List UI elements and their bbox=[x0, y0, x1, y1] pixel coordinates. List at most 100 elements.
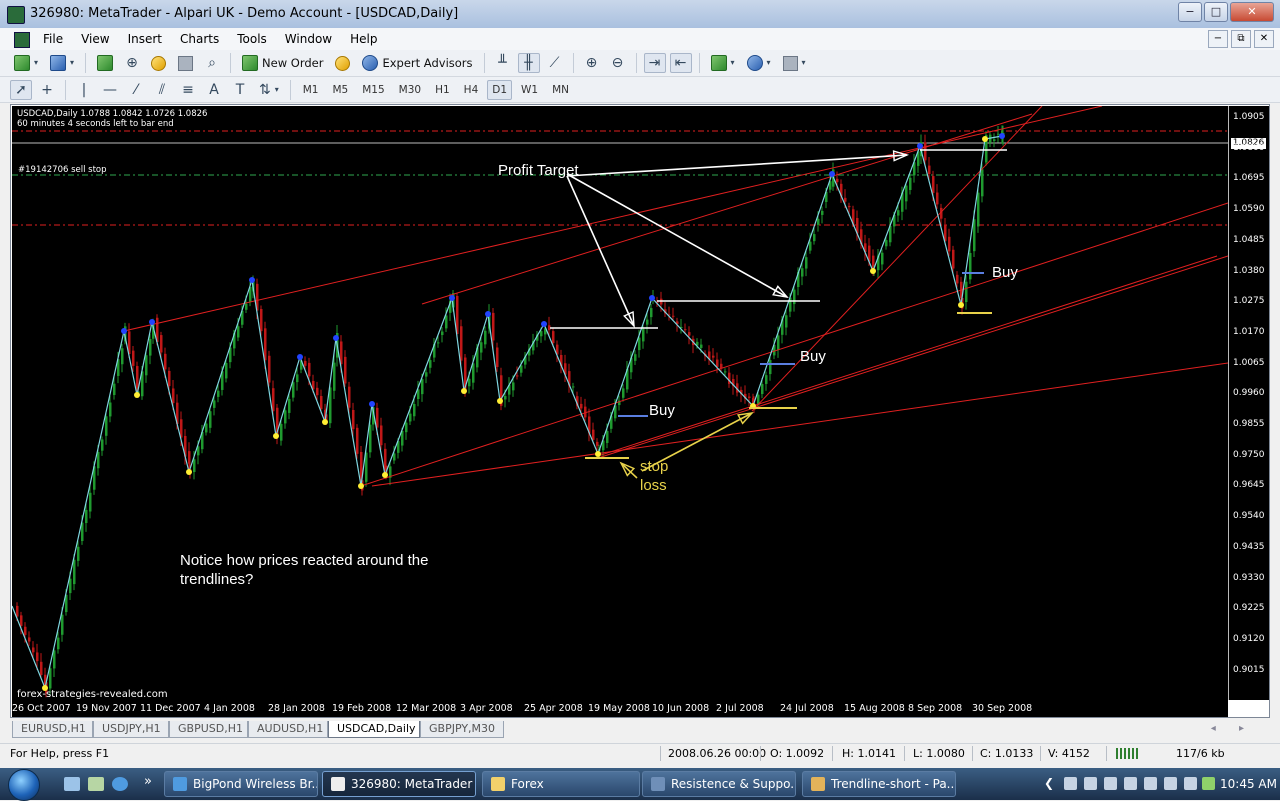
trendline bbox=[597, 255, 1218, 457]
tab-usdcad-daily[interactable]: USDCAD,Daily bbox=[328, 721, 420, 738]
switch-windows-icon[interactable] bbox=[88, 777, 104, 791]
menu-help[interactable]: Help bbox=[341, 30, 386, 48]
line-chart-button[interactable]: ⟋ bbox=[544, 53, 566, 73]
tab-scroll-arrows[interactable]: ◂ ▸ bbox=[1211, 723, 1254, 734]
profit-target-arrow-3 bbox=[566, 154, 908, 177]
timeframe-w1[interactable]: W1 bbox=[516, 80, 543, 100]
autotrading-toggle[interactable] bbox=[331, 53, 354, 73]
tab-audusd-h1[interactable]: AUDUSD,H1 bbox=[248, 721, 328, 738]
power-icon[interactable] bbox=[1202, 777, 1215, 790]
menu-tools[interactable]: Tools bbox=[228, 30, 276, 48]
navigator-button[interactable] bbox=[147, 53, 170, 73]
crosshair-tool[interactable]: + bbox=[36, 80, 58, 100]
show-desktop-icon[interactable] bbox=[64, 777, 80, 791]
timeframe-m1[interactable]: M1 bbox=[298, 80, 324, 100]
menu-charts[interactable]: Charts bbox=[171, 30, 228, 48]
profiles-button[interactable]: ▾ bbox=[46, 53, 78, 73]
new-chart-button[interactable]: ▾ bbox=[10, 53, 42, 73]
taskbar-item-forex[interactable]: Forex bbox=[482, 771, 640, 797]
indicators-button[interactable]: ▾ bbox=[707, 53, 739, 73]
autoscroll-button[interactable]: ⇥ bbox=[643, 53, 666, 73]
terminal-button[interactable] bbox=[174, 53, 197, 73]
timeframe-d1[interactable]: D1 bbox=[487, 79, 513, 100]
menu-insert[interactable]: Insert bbox=[119, 30, 171, 48]
taskbar-item-trendline[interactable]: Trendline-short - Pa... bbox=[802, 771, 956, 797]
timeframe-m30[interactable]: M30 bbox=[394, 80, 426, 100]
fibonacci-tool[interactable]: ≡ bbox=[177, 80, 199, 100]
chart-canvas[interactable] bbox=[12, 106, 1228, 700]
tray-app-icon[interactable] bbox=[1104, 777, 1117, 790]
chart-shift-button[interactable]: ⇤ bbox=[669, 53, 692, 73]
timeframe-h1[interactable]: H1 bbox=[430, 80, 455, 100]
connection-status-icon[interactable] bbox=[1116, 748, 1140, 759]
tab-gbpjpy-m30[interactable]: GBPJPY,M30 bbox=[420, 721, 504, 738]
tray-expand-icon[interactable]: ❮ bbox=[1044, 776, 1054, 790]
timeframe-mn[interactable]: MN bbox=[547, 80, 574, 100]
menu-window[interactable]: Window bbox=[276, 30, 341, 48]
internet-explorer-icon[interactable] bbox=[112, 777, 128, 791]
text-label-tool[interactable]: T bbox=[229, 80, 251, 100]
tray-app-icon[interactable] bbox=[1084, 777, 1097, 790]
vertical-line-tool[interactable]: | bbox=[73, 80, 95, 100]
profit-target-arrow-1-head bbox=[623, 310, 635, 328]
tray-app-icon[interactable] bbox=[1144, 777, 1157, 790]
timeframe-h4[interactable]: H4 bbox=[459, 80, 484, 100]
arrows-tool[interactable]: ⇅ ▾ bbox=[255, 80, 283, 100]
maximize-button[interactable]: □ bbox=[1204, 2, 1228, 22]
chart-close-button[interactable]: ✕ bbox=[1254, 30, 1274, 48]
status-traffic: 117/6 kb bbox=[1176, 747, 1225, 760]
data-window-button[interactable]: ⊕ bbox=[121, 53, 143, 73]
close-button[interactable]: ✕ bbox=[1230, 2, 1274, 22]
menu-view[interactable]: View bbox=[72, 30, 118, 48]
trendline-tool[interactable]: ⁄ bbox=[125, 80, 147, 100]
menu-file[interactable]: File bbox=[34, 30, 72, 48]
equidistant-channel-tool[interactable]: ⫽ bbox=[151, 80, 173, 100]
order-label[interactable]: #19142706 sell stop bbox=[18, 165, 107, 175]
market-watch-button[interactable] bbox=[93, 53, 117, 73]
horizontal-line-tool[interactable]: — bbox=[99, 80, 121, 100]
taskbar-item-metatrader[interactable]: 326980: MetaTrader ... bbox=[322, 771, 476, 797]
tray-app-icon[interactable] bbox=[1124, 777, 1137, 790]
taskbar-item-bigpond[interactable]: BigPond Wireless Br... bbox=[164, 771, 318, 797]
network-icon[interactable] bbox=[1164, 777, 1177, 790]
text-tool[interactable]: A bbox=[203, 80, 225, 100]
swing-high-point bbox=[249, 277, 255, 283]
zoom-out-button[interactable]: ⊖ bbox=[607, 53, 629, 73]
timeframe-m15[interactable]: M15 bbox=[357, 80, 389, 100]
metatrader-app-icon[interactable] bbox=[7, 6, 25, 24]
zoom-in-button[interactable]: ⊕ bbox=[581, 53, 603, 73]
price-tick-label: 0.9645 bbox=[1233, 480, 1265, 491]
price-chart[interactable]: USDCAD,Daily 1.0788 1.0842 1.0726 1.0826… bbox=[12, 106, 1228, 700]
cursor-tool[interactable]: ➚ bbox=[10, 79, 32, 100]
tab-eurusd-h1[interactable]: EURUSD,H1 bbox=[12, 721, 93, 738]
swing-high-point bbox=[333, 335, 339, 341]
candle-body bbox=[441, 331, 444, 336]
tray-app-icon[interactable] bbox=[1064, 777, 1077, 790]
minimize-button[interactable]: − bbox=[1178, 2, 1202, 22]
templates-button[interactable]: ▾ bbox=[779, 53, 810, 73]
candle-body bbox=[429, 360, 432, 368]
candlestick-chart-button[interactable]: ╫ bbox=[517, 53, 540, 73]
timeframe-m5[interactable]: M5 bbox=[328, 80, 354, 100]
start-button[interactable] bbox=[8, 769, 40, 801]
chart-window-icon[interactable] bbox=[14, 32, 30, 48]
candle-body bbox=[73, 559, 76, 585]
strategy-tester-button[interactable]: ⌕ bbox=[201, 53, 223, 73]
tab-usdjpy-h1[interactable]: USDJPY,H1 bbox=[93, 721, 169, 738]
tab-gbpusd-h1[interactable]: GBPUSD,H1 bbox=[169, 721, 248, 738]
bar-chart-button[interactable]: ╨ bbox=[492, 53, 514, 73]
quicklaunch-more-icon[interactable]: » bbox=[144, 774, 152, 789]
paint-icon bbox=[811, 777, 825, 791]
new-order-button[interactable]: New Order bbox=[238, 53, 327, 73]
periods-button[interactable]: ▾ bbox=[743, 53, 775, 73]
candle-body bbox=[209, 411, 212, 428]
taskbar-item-resistance[interactable]: Resistence & Suppo... bbox=[642, 771, 796, 797]
chart-minimize-button[interactable]: − bbox=[1208, 30, 1228, 48]
stop-loss-arrow-1-head bbox=[737, 412, 754, 425]
price-tick-label: 0.9540 bbox=[1233, 511, 1265, 522]
volume-icon[interactable] bbox=[1184, 777, 1197, 790]
candle-body bbox=[136, 366, 139, 389]
expert-advisors-button[interactable]: Expert Advisors bbox=[358, 53, 476, 73]
candle-body bbox=[316, 387, 319, 396]
chart-restore-button[interactable]: ⧉ bbox=[1231, 30, 1251, 48]
